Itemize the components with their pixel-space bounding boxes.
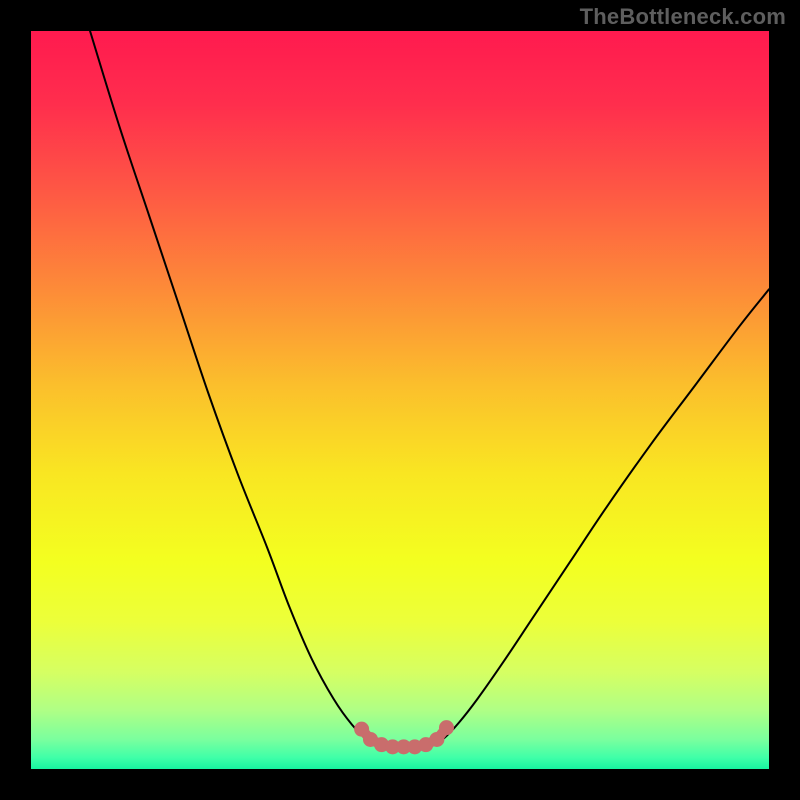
valley-marker-dot [439,720,454,735]
curve-layer [31,31,769,769]
watermark-text: TheBottleneck.com [580,4,786,30]
left-curve [90,31,378,745]
valley-marker-dot [429,732,444,747]
chart-frame: TheBottleneck.com [0,0,800,800]
valley-markers [354,720,454,754]
right-curve [433,289,769,744]
plot-area [31,31,769,769]
